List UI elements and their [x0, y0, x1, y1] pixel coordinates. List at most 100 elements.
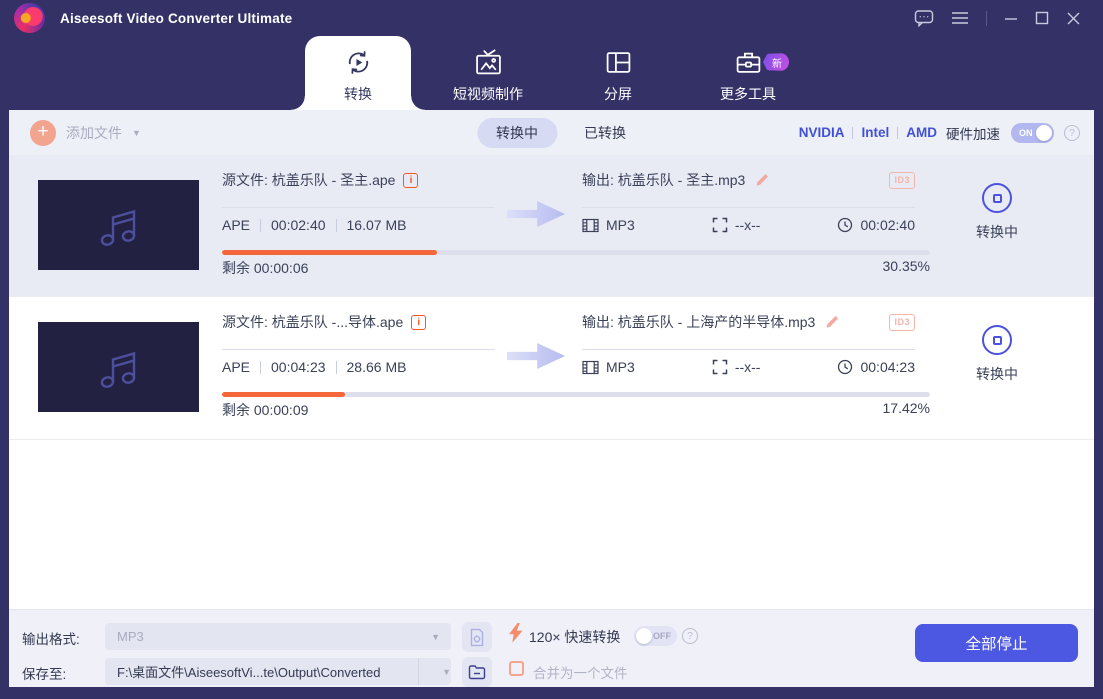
task-status: 转换中 [931, 364, 1063, 384]
close-icon [1066, 11, 1081, 26]
new-badge: 新 [763, 53, 789, 71]
minimize-button[interactable] [1004, 11, 1018, 25]
source-filename: 源文件: 杭盖乐队 - 圣主.ape i [222, 170, 495, 190]
view-tab-converted[interactable]: 已转换 [584, 123, 626, 143]
footer-bar: 输出格式: MP3 ▼ 保存至: F:\桌面文件\AiseesoftVi...t… [9, 609, 1094, 687]
stop-icon [993, 194, 1002, 203]
titlebar: Aiseesoft Video Converter Ultimate [0, 0, 1103, 36]
merge-label: 合并为一个文件 [533, 662, 628, 682]
view-tab-converting[interactable]: 转换中 [477, 118, 557, 148]
resolution-icon [712, 359, 728, 375]
progress-bar [222, 392, 930, 397]
app-window: Aiseesoft Video Converter Ultimate [0, 0, 1103, 699]
add-files-button[interactable]: + 添加文件 ▼ [30, 120, 141, 146]
stop-task-button[interactable] [982, 325, 1012, 355]
output-block: 输出: 杭盖乐队 - 圣主.mp3 ID3 MP3 [582, 155, 915, 297]
source-meta: APE 00:02:40 16.07 MB [222, 217, 495, 233]
maximize-icon [1035, 11, 1049, 25]
save-path-dropdown[interactable]: ▼ [418, 658, 451, 685]
lightning-icon [509, 623, 524, 645]
transfer-arrow-icon [507, 201, 565, 227]
tab-convert-label: 转换 [344, 84, 372, 104]
gpu-brand-amd: AMD [906, 125, 937, 140]
hw-accel-label: 硬件加速 [946, 123, 1000, 143]
music-note-icon [95, 202, 143, 248]
resolution-icon [712, 217, 728, 233]
close-button[interactable] [1066, 11, 1081, 26]
source-format: APE [222, 217, 250, 233]
open-folder-button[interactable] [462, 657, 492, 687]
task-row-2[interactable]: 源文件: 杭盖乐队 -...导体.ape i APE 00:04:23 28.6… [9, 297, 1094, 440]
task-status-block: 转换中 [931, 155, 1063, 297]
caret-down-icon: ▼ [431, 632, 451, 642]
stop-task-button[interactable] [982, 183, 1012, 213]
task-thumbnail [38, 322, 199, 412]
tab-short-video-label: 短视频制作 [453, 84, 523, 104]
edit-name-icon[interactable] [754, 172, 770, 188]
progress-percent: 17.42% [222, 400, 930, 416]
duration-clock-icon [837, 359, 853, 375]
tab-short-video[interactable]: 短视频制作 [435, 36, 541, 110]
profile-settings-button[interactable] [462, 622, 492, 652]
toolbar: + 添加文件 ▼ 转换中 已转换 NVIDIA Intel AMD 硬件加速 O… [9, 110, 1094, 155]
output-format-label: 输出格式: [22, 628, 80, 648]
merge-checkbox[interactable] [509, 661, 524, 676]
stop-icon [993, 336, 1002, 345]
source-size: 28.66 MB [347, 359, 407, 375]
save-to-label: 保存至: [22, 663, 66, 683]
maximize-button[interactable] [1035, 11, 1049, 25]
toolbox-icon [735, 49, 762, 76]
toggle-knob [1036, 125, 1052, 141]
edit-name-icon[interactable] [824, 314, 840, 330]
app-logo-icon [14, 3, 45, 33]
divider [222, 207, 495, 208]
save-path-select[interactable]: F:\桌面文件\AiseesoftVi...te\Output\Converte… [105, 658, 451, 685]
tab-split-screen[interactable]: 分屏 [565, 36, 671, 110]
format-film-icon [582, 218, 599, 233]
tab-more-tools-label: 更多工具 [720, 84, 776, 104]
output-resolution: --x-- [735, 217, 761, 233]
output-format-select[interactable]: MP3 ▼ [105, 623, 451, 650]
app-title: Aiseesoft Video Converter Ultimate [60, 11, 292, 26]
tab-convert[interactable]: 转换 [305, 36, 411, 110]
output-filename: 输出: 杭盖乐队 - 圣主.mp3 ID3 [582, 170, 915, 190]
plus-icon: + [30, 120, 56, 146]
divider [582, 207, 915, 208]
id3-edit-button[interactable]: ID3 [889, 314, 915, 331]
info-icon[interactable]: i [411, 315, 426, 330]
output-block: 输出: 杭盖乐队 - 上海产的半导体.mp3 ID3 MP3 [582, 297, 915, 439]
task-row-1[interactable]: 源文件: 杭盖乐队 - 圣主.ape i APE 00:02:40 16.07 … [9, 155, 1094, 297]
hw-accel-toggle[interactable]: ON [1011, 123, 1054, 143]
hw-accel-help-icon[interactable]: ? [1064, 125, 1080, 141]
fast-convert-help-icon[interactable]: ? [682, 628, 698, 644]
hamburger-menu-icon [951, 11, 969, 25]
source-size: 16.07 MB [347, 217, 407, 233]
source-meta: APE 00:04:23 28.66 MB [222, 359, 495, 375]
source-duration: 00:02:40 [271, 217, 326, 233]
output-duration: 00:02:40 [860, 217, 915, 233]
toggle-knob [636, 628, 652, 644]
output-format: MP3 [606, 359, 635, 375]
view-switch: 转换中 已转换 [477, 118, 626, 148]
toggle-off-label: OFF [653, 631, 671, 641]
divider [222, 349, 495, 350]
add-files-label: 添加文件 [66, 123, 122, 143]
divider [582, 349, 915, 350]
id3-edit-button[interactable]: ID3 [889, 172, 915, 189]
info-icon[interactable]: i [403, 173, 418, 188]
app-body: + 添加文件 ▼ 转换中 已转换 NVIDIA Intel AMD 硬件加速 O… [9, 110, 1094, 687]
stop-all-button[interactable]: 全部停止 [915, 624, 1078, 662]
feature-tabs: 转换 短视频制作 分屏 更多工具 [305, 36, 801, 110]
task-status-block: 转换中 [931, 297, 1063, 439]
output-meta: MP3 --x-- 00:02:40 [582, 217, 915, 233]
convert-icon [345, 49, 372, 76]
menu-button[interactable] [951, 11, 969, 25]
gpu-brand-intel: Intel [861, 125, 889, 140]
gpu-brand-nvidia: NVIDIA [799, 125, 845, 140]
fast-convert-toggle[interactable]: OFF [634, 626, 677, 646]
gpu-separator [897, 127, 898, 139]
tab-more-tools[interactable]: 更多工具 新 [695, 36, 801, 110]
feedback-button[interactable] [914, 9, 934, 27]
output-meta: MP3 --x-- 00:04:23 [582, 359, 915, 375]
progress-fill [222, 250, 437, 255]
